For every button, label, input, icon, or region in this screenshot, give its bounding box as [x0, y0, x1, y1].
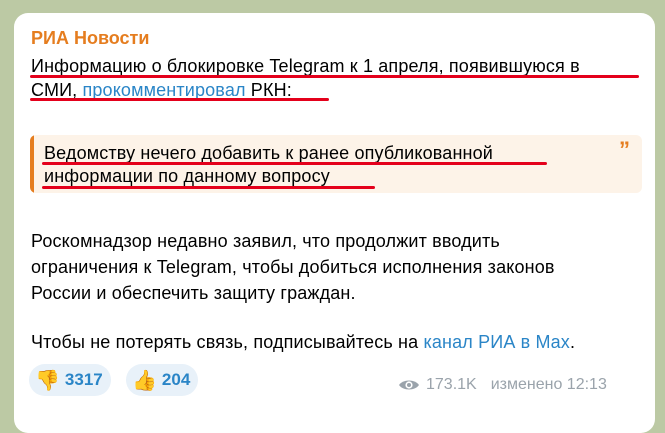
paragraph-2-end: .: [569, 332, 576, 352]
message-line-2-start: СМИ,: [31, 80, 83, 100]
edited-timestamp: изменено 12:13: [490, 376, 607, 393]
reaction-thumbs-down[interactable]: 👎 3317: [29, 364, 111, 396]
highlight-underline-2: [30, 98, 329, 101]
quote-line-2: информации по данному вопросу: [44, 166, 330, 186]
paragraph-1-line-1: Роскомнадзор недавно заявил, что продолж…: [31, 231, 500, 251]
paragraph-1-line-2: ограничения к Telegram, чтобы добиться и…: [31, 257, 555, 277]
quote-line-1: Ведомству нечего добавить к ранее опубли…: [44, 143, 493, 163]
reaction-thumbs-up[interactable]: 👍 204: [126, 364, 199, 396]
reaction-count: 204: [161, 370, 191, 389]
thumbs-down-icon: 👎: [35, 369, 60, 392]
thumbs-up-icon: 👍: [132, 369, 157, 392]
eye-icon: [399, 380, 419, 390]
reaction-count: 3317: [64, 370, 103, 389]
quote-mark-icon: ”: [619, 137, 630, 162]
message-line-1: Информацию о блокировке Telegram к 1 апр…: [31, 56, 580, 76]
paragraph-2-start: Чтобы не потерять связь, подписывайтесь …: [31, 332, 424, 352]
paragraph-2: Чтобы не потерять связь, подписывайтесь …: [31, 332, 575, 353]
message-line-2-end: РКН:: [245, 80, 292, 100]
quote-underline-1: [42, 162, 547, 165]
channel-name[interactable]: РИА Новости: [31, 28, 149, 49]
highlight-underline-1: [30, 75, 639, 78]
quote-underline-2: [42, 186, 375, 189]
message-meta: 173.1K изменено 12:13: [398, 376, 607, 394]
view-count: 173.1K: [426, 376, 477, 393]
commented-link[interactable]: прокомментировал: [82, 80, 245, 100]
paragraph-1-line-3: России и обеспечить защиту граждан.: [31, 283, 356, 303]
max-channel-link[interactable]: канал РИА в Max: [423, 332, 570, 352]
quote-accent-bar: [30, 135, 34, 193]
